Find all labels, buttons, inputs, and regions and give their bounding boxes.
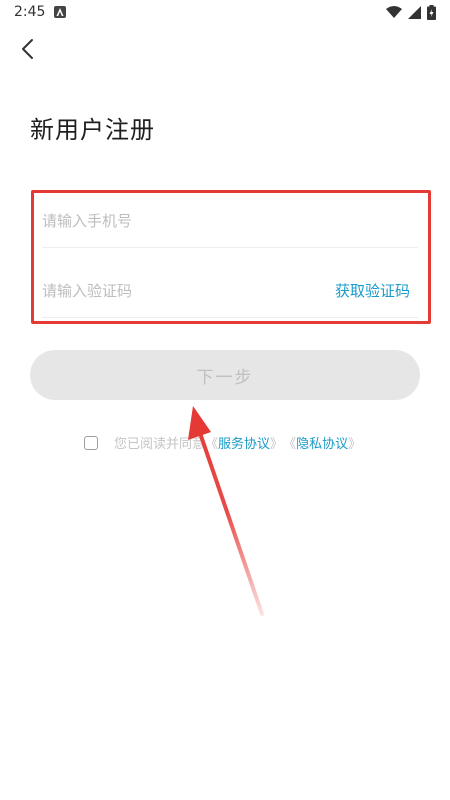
privacy-agreement-link[interactable]: 隐私协议 (296, 433, 348, 452)
notification-icon (54, 6, 66, 18)
agreement-row: 您已阅读并同意 《 服务协议 》 《 隐私协议 》 (84, 433, 361, 452)
phone-field (42, 197, 418, 248)
agreement-prefix: 您已阅读并同意 (114, 437, 206, 452)
bracket-open-privacy: 《 (283, 437, 297, 452)
status-icons (386, 5, 436, 20)
phone-input[interactable] (42, 203, 302, 239)
battery-icon (427, 5, 436, 20)
register-screen: 2:45 新用户注册 请输入手机号 请输入验证码 获取验证码 下一步 您已阅读并… (0, 0, 450, 800)
chevron-left-icon (22, 39, 33, 59)
bracket-close-privacy: 》 (348, 437, 362, 452)
signal-icon (408, 6, 421, 19)
get-code-button[interactable]: 获取验证码 (335, 280, 410, 301)
status-bar: 2:45 (0, 0, 450, 26)
page-title: 新用户注册 (30, 116, 155, 144)
back-button[interactable] (12, 34, 42, 64)
code-field: 获取验证码 (42, 267, 418, 318)
service-agreement-link[interactable]: 服务协议 (218, 433, 270, 452)
status-time: 2:45 (14, 4, 46, 20)
bracket-open-service: 《 (205, 437, 219, 452)
wifi-icon (386, 6, 402, 18)
bracket-close-service: 》 (270, 437, 284, 452)
verification-code-input[interactable] (42, 273, 302, 309)
agreement-checkbox[interactable] (84, 435, 98, 450)
next-button[interactable]: 下一步 (30, 350, 420, 400)
registration-form: 获取验证码 (31, 190, 431, 324)
